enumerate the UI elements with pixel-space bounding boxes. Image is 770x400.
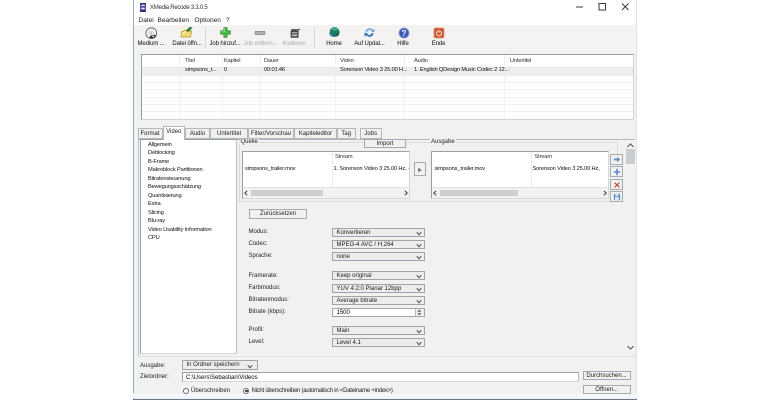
svg-text:?: ? (401, 28, 406, 37)
